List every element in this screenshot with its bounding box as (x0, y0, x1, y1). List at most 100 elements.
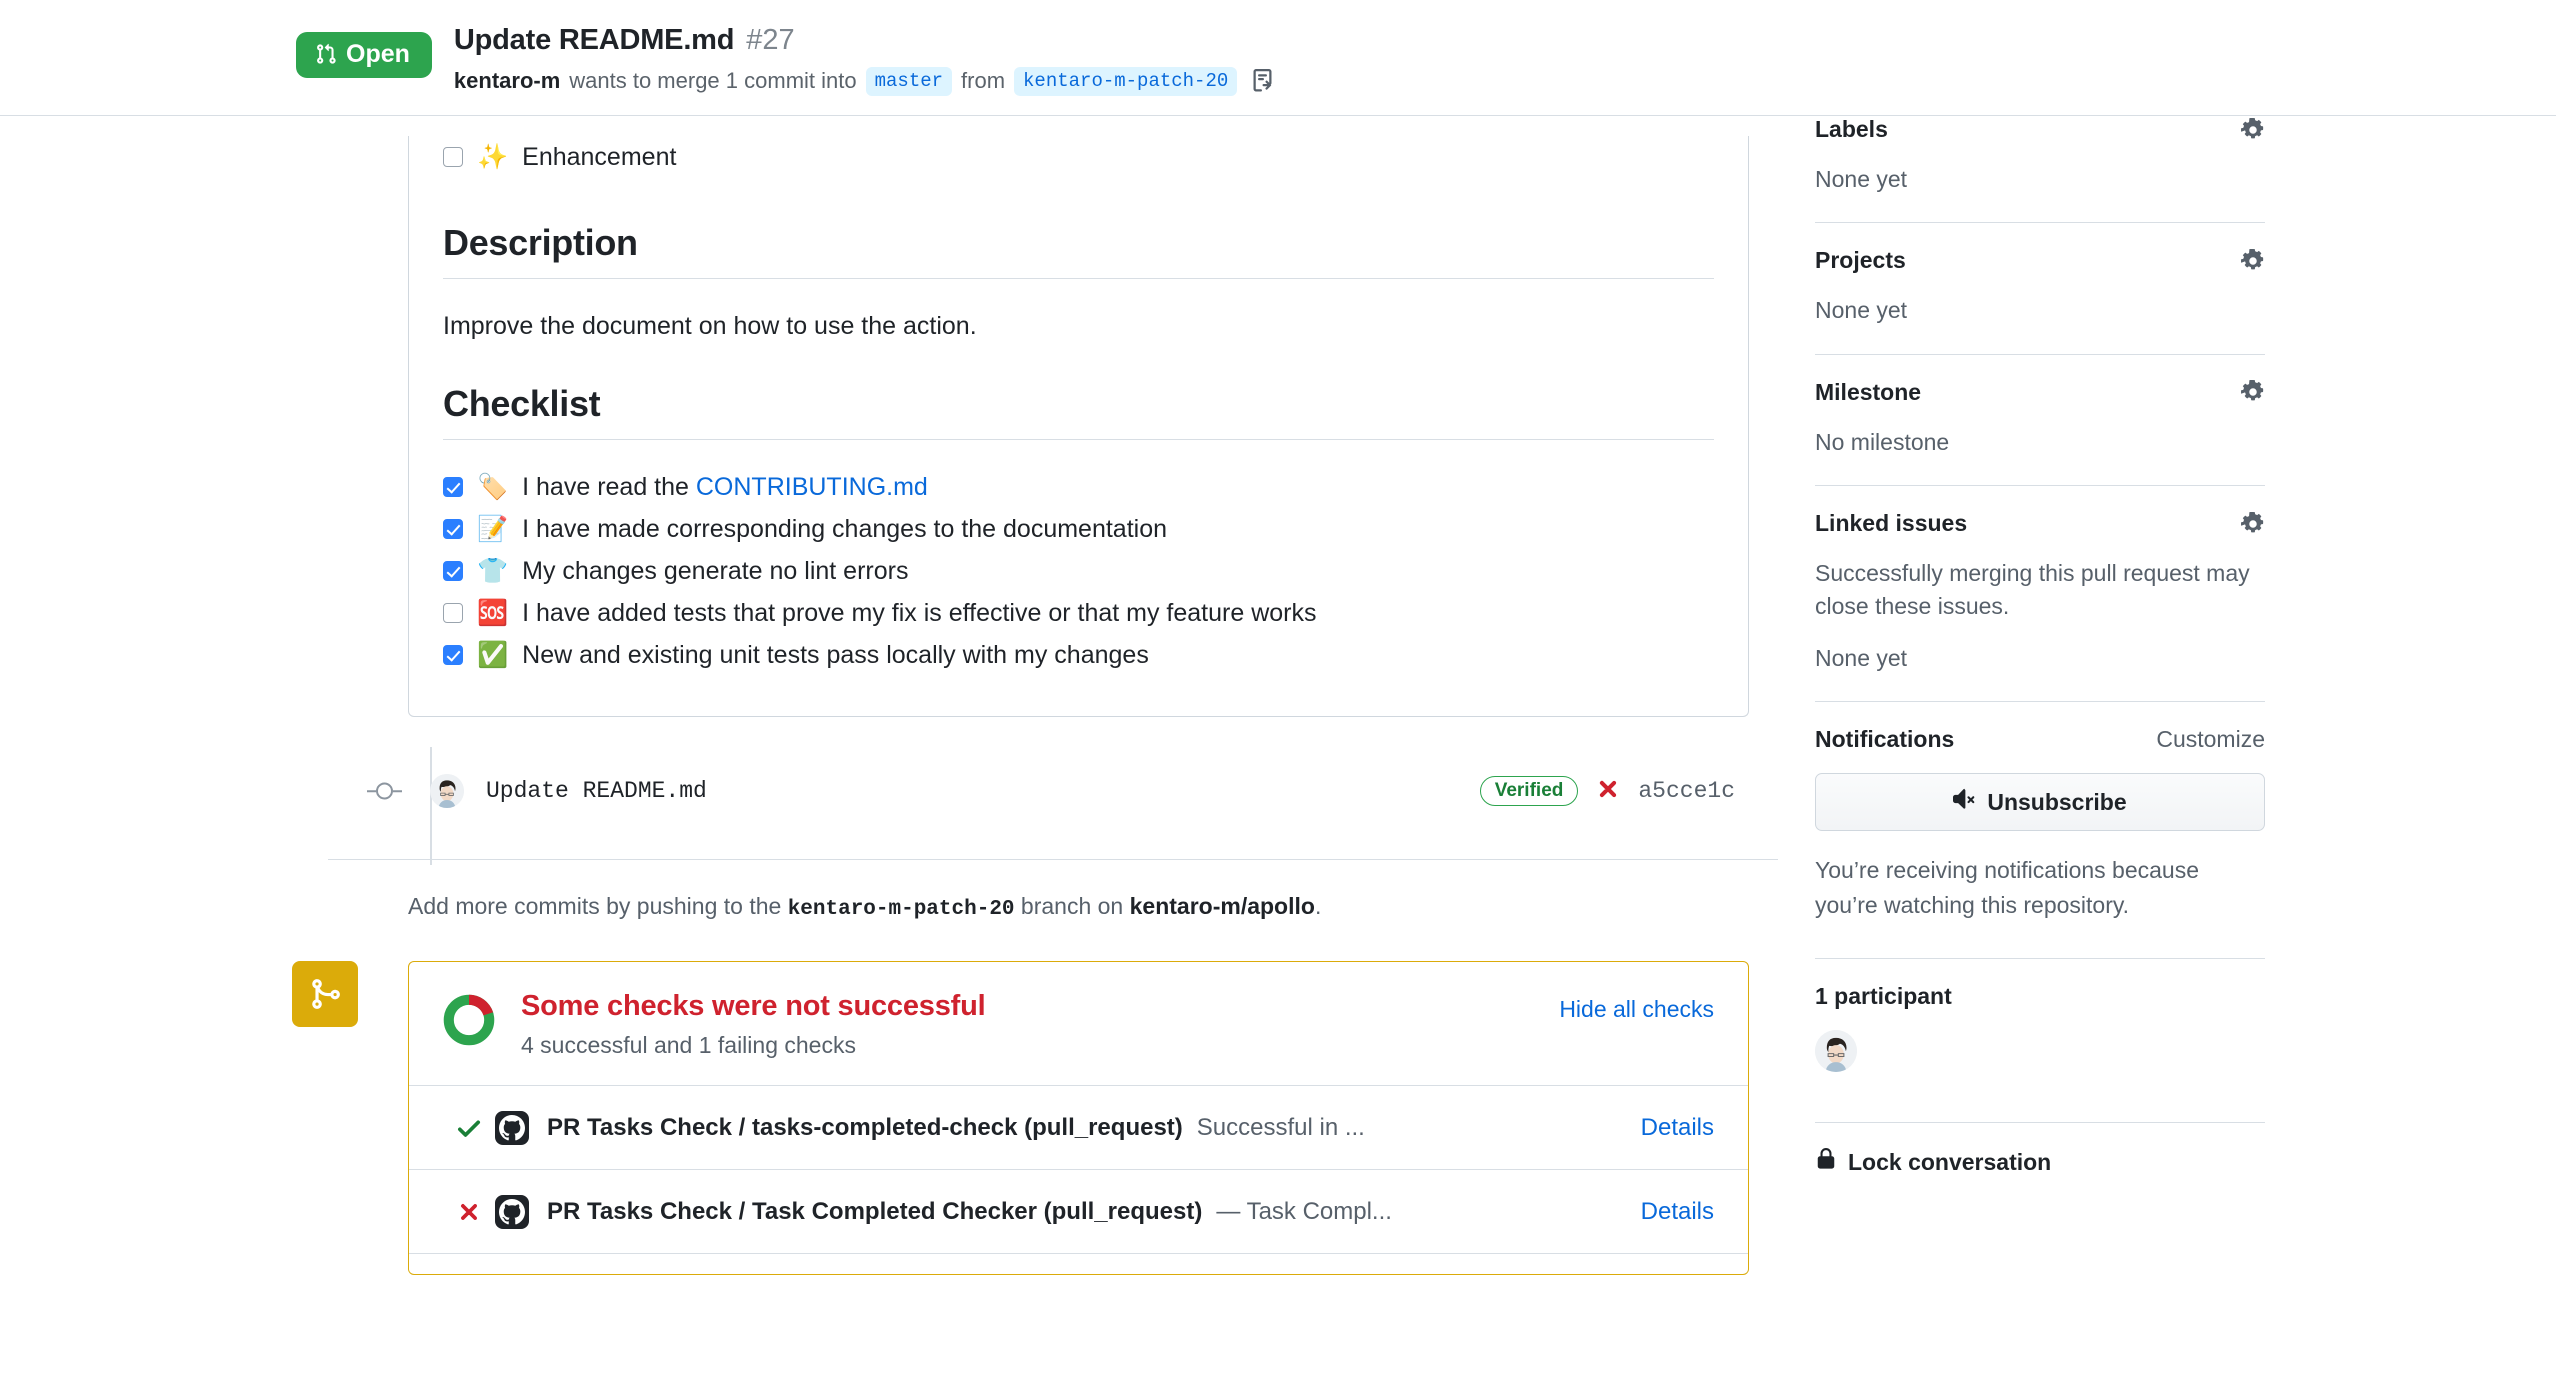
commit-timeline: Update README.md Verified a5cce1c (328, 747, 1778, 865)
description-heading: Description (443, 222, 638, 263)
customize-notifications-link[interactable]: Customize (2156, 726, 2265, 753)
hide-all-checks-link[interactable]: Hide all checks (1559, 996, 1714, 1023)
task-label: My changes generate no lint errors (522, 556, 909, 585)
linked-issues-heading: Linked issues (1815, 510, 1968, 537)
task-list-item[interactable]: 📝 I have made corresponding changes to t… (443, 508, 1714, 550)
lock-conversation-label: Lock conversation (1848, 1148, 2052, 1175)
divider (1815, 701, 2265, 703)
sidebar-section-linked-issues: Linked issues Successfully merging this … (1815, 510, 2265, 701)
sparkles-icon: ✨ (477, 142, 509, 171)
sidebar-section-projects: Projects None yet (1815, 247, 2265, 353)
task-checkbox[interactable] (443, 561, 463, 581)
sidebar-section-participants: 1 participant (1815, 983, 2265, 1098)
pr-description-comment: ✨ Enhancement Description Improve the do… (408, 136, 1749, 717)
verified-badge[interactable]: Verified (1479, 776, 1579, 806)
mute-icon (1953, 788, 1975, 816)
checklist: 🏷️ I have read the CONTRIBUTING.md 📝 I h… (443, 466, 1714, 676)
x-icon (443, 1199, 495, 1225)
avatar (430, 774, 464, 808)
check-name: PR Tasks Check / Task Completed Checker … (547, 1197, 1203, 1225)
copy-branch-icon[interactable] (1252, 69, 1276, 93)
checks-summary: Some checks were not successful 4 succes… (409, 962, 1748, 1085)
push-note-prefix: Add more commits by pushing to the (408, 893, 788, 919)
task-list-item-enhancement[interactable]: ✨ Enhancement (443, 136, 1714, 178)
git-merge-icon (292, 961, 358, 1027)
divider (1815, 353, 2265, 355)
commit-sha[interactable]: a5cce1c (1638, 778, 1735, 804)
checks-card: Some checks were not successful 4 succes… (408, 961, 1749, 1275)
checks-subtitle: 4 successful and 1 failing checks (521, 1032, 856, 1058)
pr-state-label: Open (346, 39, 410, 68)
check-row[interactable]: PR Tasks Check / Task Completed Checker … (409, 1169, 1748, 1253)
unsubscribe-label: Unsubscribe (1987, 788, 2127, 815)
pr-subtitle: kentaro-m wants to merge 1 commit into m… (454, 66, 1276, 96)
task-checkbox[interactable] (443, 645, 463, 665)
task-checkbox[interactable] (443, 477, 463, 497)
gear-icon[interactable] (2241, 248, 2265, 273)
task-list-item[interactable]: 🆘 I have added tests that prove my fix i… (443, 592, 1714, 634)
lock-icon (1815, 1147, 1837, 1177)
push-note-branch: kentaro-m-patch-20 (787, 898, 1015, 921)
page-title: Update README.md (453, 23, 735, 56)
task-list-item[interactable]: 👕 My changes generate no lint errors (443, 550, 1714, 592)
check-name: PR Tasks Check / tasks-completed-check (… (547, 1113, 1183, 1141)
gear-icon[interactable] (2241, 117, 2265, 142)
checks-title: Some checks were not successful (521, 990, 986, 1022)
sos-icon: 🆘 (477, 598, 509, 627)
check-description: Successful in ... (1196, 1113, 1365, 1141)
avatar[interactable] (1815, 1030, 1857, 1073)
checks-section: Some checks were not successful 4 succes… (292, 961, 1749, 1275)
conversation-column: ✨ Enhancement Description Improve the do… (292, 116, 1796, 1275)
checklist-heading: Checklist (443, 383, 601, 424)
section-divider (328, 859, 1778, 860)
check-icon (443, 1114, 495, 1142)
linked-issues-help: Successfully merging this pull request m… (1815, 560, 2250, 620)
from-text: from (961, 68, 1006, 93)
commit-message[interactable]: Update README.md (486, 778, 707, 804)
git-pull-request-icon (315, 42, 337, 66)
task-checkbox[interactable] (443, 603, 463, 623)
check-details-link[interactable]: Details (1641, 1198, 1714, 1226)
labels-heading: Labels (1815, 116, 1888, 142)
sidebar-section-labels: Labels None yet (1815, 116, 2265, 222)
github-icon (495, 1110, 529, 1145)
labels-value: None yet (1815, 166, 1908, 192)
check-details-link[interactable]: Details (1641, 1114, 1714, 1142)
check-row[interactable]: PR Tasks Check / tasks-completed-check (… (409, 1085, 1748, 1169)
push-more-commits-note: Add more commits by pushing to the kenta… (408, 893, 1796, 921)
base-branch-chip[interactable]: master (865, 66, 953, 96)
github-icon (495, 1194, 529, 1229)
divider (1815, 958, 2265, 960)
push-note-repo: kentaro-m/apollo (1129, 893, 1315, 919)
pr-sidebar: Labels None yet Projects None yet Milest… (1815, 116, 2265, 1177)
pr-title-row: Update README.md #27 (454, 24, 1276, 57)
pr-action-text: wants to merge 1 commit into (569, 68, 857, 93)
push-note-middle: branch on (1014, 893, 1130, 919)
heading-divider (443, 278, 1714, 279)
projects-heading: Projects (1815, 247, 1906, 274)
check-row-partial[interactable] (409, 1253, 1748, 1274)
lock-conversation-button[interactable]: Lock conversation (1815, 1147, 2265, 1177)
pr-author[interactable]: kentaro-m (454, 68, 560, 94)
gear-icon[interactable] (2241, 380, 2265, 404)
notifications-note: You’re receiving notifications because y… (1815, 857, 2200, 918)
contributing-link[interactable]: CONTRIBUTING.md (696, 473, 928, 501)
sidebar-section-notifications: Notifications Customize Unsubscribe You’… (1815, 726, 2265, 948)
gear-icon[interactable] (2241, 511, 2265, 536)
pr-number: #27 (746, 23, 795, 56)
commit-meta: Verified a5cce1c (1479, 776, 1735, 806)
unsubscribe-button[interactable]: Unsubscribe (1815, 773, 2265, 832)
sidebar-section-milestone: Milestone No milestone (1815, 379, 2265, 485)
commit-row: Update README.md Verified a5cce1c (376, 747, 1749, 835)
commit-dot-icon (376, 782, 393, 800)
milestone-value: No milestone (1815, 428, 1950, 455)
task-label: Enhancement (522, 142, 677, 171)
divider (1815, 485, 2265, 487)
task-list-item[interactable]: ✅ New and existing unit tests pass local… (443, 634, 1714, 676)
head-branch-chip[interactable]: kentaro-m-patch-20 (1014, 66, 1238, 96)
milestone-heading: Milestone (1815, 378, 1922, 405)
task-checkbox[interactable] (443, 519, 463, 539)
projects-value: None yet (1815, 297, 1908, 324)
task-list-item[interactable]: 🏷️ I have read the CONTRIBUTING.md (443, 466, 1714, 508)
task-checkbox[interactable] (443, 147, 463, 167)
